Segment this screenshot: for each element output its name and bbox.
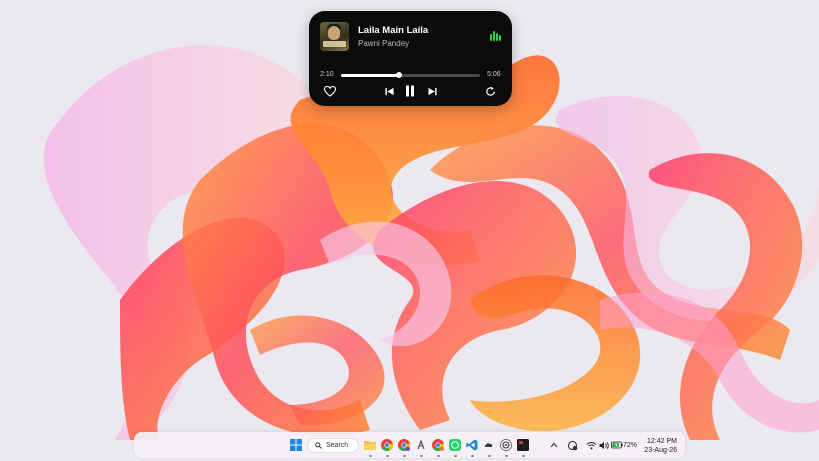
running-indicator — [368, 455, 372, 457]
equalizer-icon — [490, 30, 502, 41]
progress-knob[interactable] — [396, 72, 403, 78]
like-button[interactable] — [320, 81, 340, 101]
chrome-icon — [398, 439, 410, 451]
heart-icon — [324, 85, 336, 97]
repeat-button[interactable] — [480, 81, 500, 101]
track-title: Laila Main Laila — [358, 25, 429, 36]
skip-next-icon — [427, 87, 437, 95]
taskbar-chatgpt[interactable] — [498, 437, 514, 457]
elapsed-time: 2:10 — [320, 71, 334, 78]
cloud-icon — [483, 439, 495, 451]
show-hidden-icons-button[interactable] — [546, 437, 562, 453]
clock-date: 23-Aug-26 — [644, 447, 677, 454]
wifi-icon — [586, 441, 596, 449]
taskbar-file-explorer[interactable] — [362, 437, 378, 457]
clock-time: 12:42 PM — [647, 438, 677, 445]
running-indicator — [453, 455, 457, 457]
album-art-face — [328, 26, 340, 40]
letter-a-icon — [415, 439, 427, 451]
chatgpt-icon — [500, 439, 512, 451]
taskbar-cloud-app[interactable] — [481, 437, 497, 457]
taskbar-terminal[interactable] — [515, 437, 531, 457]
play-pause-button[interactable] — [400, 81, 420, 101]
whatsapp-icon — [449, 439, 461, 451]
pause-icon — [406, 85, 414, 97]
track-artist: Pawni Pandey — [358, 39, 410, 48]
tray-app-icon[interactable] — [564, 437, 580, 453]
chrome-icon — [381, 439, 393, 451]
running-indicator — [402, 455, 406, 457]
progress-fill — [341, 74, 400, 77]
taskbar: Search 72% 12:42 PM 23-Aug-26 — [134, 432, 685, 458]
taskbar-vscode[interactable] — [464, 437, 480, 457]
running-indicator — [470, 455, 474, 457]
repeat-icon — [485, 86, 495, 96]
running-indicator — [487, 455, 491, 457]
running-indicator — [385, 455, 389, 457]
search-label: Search — [326, 442, 349, 449]
taskbar-clock[interactable]: 12:42 PM 23-Aug-26 — [643, 437, 677, 455]
taskbar-app-a[interactable] — [413, 437, 429, 457]
progress-bar[interactable] — [341, 72, 480, 78]
terminal-icon — [517, 439, 529, 451]
next-button[interactable] — [422, 81, 442, 101]
taskbar-chrome-profile[interactable] — [396, 437, 412, 457]
taskbar-whatsapp[interactable] — [447, 437, 463, 457]
taskbar-chrome[interactable] — [379, 437, 395, 457]
chrome-icon — [432, 439, 444, 451]
battery-percent: 72% — [623, 442, 638, 449]
running-indicator — [419, 455, 423, 457]
taskbar-chrome-2[interactable] — [430, 437, 446, 457]
search-icon — [315, 442, 322, 449]
previous-button[interactable] — [379, 81, 399, 101]
taskbar-search[interactable]: Search — [307, 438, 359, 453]
media-player-widget: Laila Main Laila Pawni Pandey 2:10 5:06 — [309, 11, 512, 106]
vscode-icon — [466, 439, 478, 451]
folder-icon — [364, 441, 376, 450]
running-indicator — [436, 455, 440, 457]
album-art-title-strip — [323, 41, 346, 47]
album-art-thumbnail[interactable] — [320, 22, 349, 51]
volume-icon — [599, 441, 609, 449]
chevron-up-icon — [550, 442, 558, 448]
skip-previous-icon — [384, 87, 394, 95]
battery-charging-icon — [611, 441, 623, 449]
settings-badge-icon — [567, 440, 577, 450]
windows-start-icon — [290, 439, 302, 451]
start-button[interactable] — [288, 437, 304, 453]
total-time: 5:06 — [487, 71, 501, 78]
running-indicator — [521, 455, 525, 457]
running-indicator — [504, 455, 508, 457]
